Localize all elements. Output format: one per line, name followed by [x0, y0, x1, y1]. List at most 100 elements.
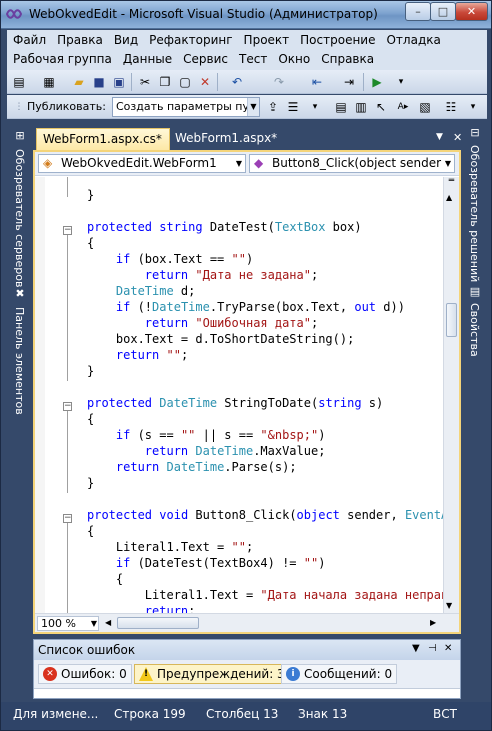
find-replace-icon[interactable]: A▸ — [395, 99, 411, 115]
tab-webform1-aspx[interactable]: WebForm1.aspx* — [169, 128, 284, 150]
warnings-count: Предупреждений: 3 — [157, 667, 285, 681]
close-tab-icon[interactable]: ✕ — [453, 131, 462, 144]
member-selector[interactable]: ◆ Button8_Click(object sender, Eve ▼ — [249, 154, 455, 173]
menu-refactor[interactable]: Рефакторинг — [143, 31, 237, 50]
properties-icon[interactable]: ▤ — [468, 285, 482, 299]
publish-web-icon[interactable]: ⇪ — [265, 99, 281, 115]
scroll-right-icon[interactable]: ▶ — [430, 618, 436, 627]
scroll-up-icon[interactable]: ▲ — [446, 193, 452, 202]
class-selector-value: WebOkvedEdit.WebForm1 — [61, 156, 217, 170]
code-token: "&nbsp;" — [260, 428, 319, 442]
menu-tools[interactable]: Сервис — [177, 50, 233, 69]
collapse-region-icon[interactable]: − — [63, 402, 72, 411]
menu-file[interactable]: Файл — [7, 31, 51, 50]
vertical-scroll-thumb[interactable] — [446, 303, 457, 337]
code-line: { — [87, 571, 443, 587]
properties-window-icon[interactable]: ▧ — [417, 99, 433, 115]
server-explorer-tab[interactable]: Обозреватель серверов — [13, 149, 26, 287]
save-icon[interactable]: ■ — [91, 74, 107, 90]
chevron-down-icon[interactable]: ▼ — [233, 155, 245, 172]
toolbar-overflow-icon[interactable]: ▾ — [465, 99, 481, 115]
toolbar-grip-icon: ⋮ — [14, 102, 24, 112]
collapse-region-icon[interactable]: − — [63, 226, 72, 235]
auto-hide-pin-icon[interactable]: ⊣ — [428, 643, 437, 654]
code-token: "Дата начала задана неправи — [260, 588, 443, 602]
code-token: box) — [325, 220, 362, 234]
menu-team[interactable]: Рабочая группа — [7, 50, 117, 69]
code-token: DateTime — [115, 284, 174, 298]
scroll-left-icon[interactable]: ◀ — [105, 618, 111, 627]
publish-profile-value: Создать параметры пуб — [116, 100, 256, 113]
code-text-area[interactable]: − − − } protected string DateTest(TextBo… — [35, 177, 443, 613]
maximize-button[interactable]: □ — [430, 2, 456, 21]
class-selector[interactable]: ◈ WebOkvedEdit.WebForm1 ▼ — [38, 154, 246, 173]
tab-list-dropdown-icon[interactable]: ▼ — [436, 132, 443, 142]
minimize-button[interactable]: – — [405, 2, 431, 21]
server-explorer-icon[interactable]: ⊞ — [13, 129, 27, 143]
undo-icon[interactable]: ↶ — [229, 74, 245, 90]
redo-icon[interactable]: ↷ — [271, 74, 287, 90]
zoom-combo[interactable]: 100 % ▼ — [37, 616, 99, 631]
new-project-icon[interactable]: ▤ — [11, 74, 27, 90]
format-document-icon[interactable]: ☷ — [443, 99, 459, 115]
cut-icon[interactable]: ✂ — [137, 74, 153, 90]
publish-profile-combo[interactable]: Создать параметры пуб ▼ — [112, 97, 260, 117]
errors-filter-button[interactable]: ✕ Ошибок: 0 — [38, 664, 132, 684]
menu-edit[interactable]: Правка — [51, 31, 108, 50]
code-token: return — [144, 444, 189, 458]
toolbox-tab[interactable]: Панель элементов — [13, 307, 26, 415]
close-panel-icon[interactable]: ✕ — [444, 643, 452, 654]
collapse-region-icon[interactable]: − — [63, 514, 72, 523]
scroll-down-icon[interactable]: ▼ — [446, 601, 452, 610]
navigate-forward-icon[interactable]: ⇥ — [341, 74, 357, 90]
window-position-icon[interactable]: ▼ — [412, 643, 420, 654]
solution-explorer-tab[interactable]: Обозреватель решений — [468, 145, 481, 282]
start-debugging-icon[interactable]: ▶ — [369, 74, 385, 90]
menu-help[interactable]: Справка — [315, 50, 379, 69]
delete-icon[interactable]: ✕ — [197, 74, 213, 90]
menu-build[interactable]: Построение — [294, 31, 380, 50]
code-line: } — [87, 363, 443, 379]
code-token: string — [318, 396, 362, 410]
chevron-down-icon[interactable]: ▼ — [247, 98, 259, 116]
properties-tab[interactable]: Свойства — [468, 303, 481, 357]
toolbox-icon[interactable]: ✖ — [13, 287, 27, 301]
add-item-icon[interactable]: ▦ — [41, 74, 57, 90]
object-browser-icon[interactable]: ▥ — [353, 99, 369, 115]
warnings-filter-button[interactable]: ! Предупреждений: 3 — [134, 664, 290, 684]
member-selector-value: Button8_Click(object sender, Eve — [272, 156, 455, 170]
info-icon: i — [286, 667, 300, 681]
menu-bar: Файл Правка Вид Рефакторинг Проект Постр… — [7, 30, 487, 70]
code-token: void — [159, 508, 189, 522]
pointer-icon[interactable]: ↖ — [373, 99, 389, 115]
paste-icon[interactable]: ▢ — [177, 74, 193, 90]
menu-test[interactable]: Тест — [233, 50, 272, 69]
class-icon: ◈ — [43, 156, 53, 170]
code-token: if — [115, 556, 131, 570]
chevron-down-icon[interactable]: ▼ — [91, 617, 97, 630]
solution-explorer-icon[interactable]: ⊟ — [468, 126, 482, 140]
open-folder-icon[interactable]: ▰ — [71, 74, 87, 90]
messages-filter-button[interactable]: i Сообщений: 0 — [281, 664, 398, 684]
class-view-icon[interactable]: ▤ — [333, 99, 349, 115]
menu-data[interactable]: Данные — [117, 50, 177, 69]
menu-view[interactable]: Вид — [108, 31, 143, 50]
menu-debug[interactable]: Отладка — [380, 31, 445, 50]
chevron-down-icon[interactable]: ▼ — [442, 155, 454, 172]
tab-webform1-aspx-cs[interactable]: WebForm1.aspx.cs* — [36, 128, 170, 150]
split-window-icon[interactable]: ═ — [446, 177, 457, 190]
horizontal-scroll-thumb[interactable] — [117, 617, 199, 629]
code-token: ; — [310, 316, 319, 330]
menu-project[interactable]: Проект — [238, 31, 295, 50]
navigate-back-icon[interactable]: ⇤ — [309, 74, 325, 90]
copy-icon[interactable]: ❐ — [157, 74, 173, 90]
error-list-grid[interactable] — [34, 688, 460, 698]
toolbar-overflow-icon[interactable]: ▾ — [393, 74, 409, 90]
menu-window[interactable]: Окно — [272, 50, 315, 69]
toolbar-overflow-icon[interactable]: ▾ — [307, 99, 323, 115]
save-all-icon[interactable]: ▣ — [111, 74, 127, 90]
close-button[interactable]: ✕ — [455, 2, 488, 21]
comment-lines-icon[interactable]: ☰ — [285, 99, 301, 115]
vertical-scrollbar[interactable]: ═ ▲ ▼ — [443, 177, 459, 613]
